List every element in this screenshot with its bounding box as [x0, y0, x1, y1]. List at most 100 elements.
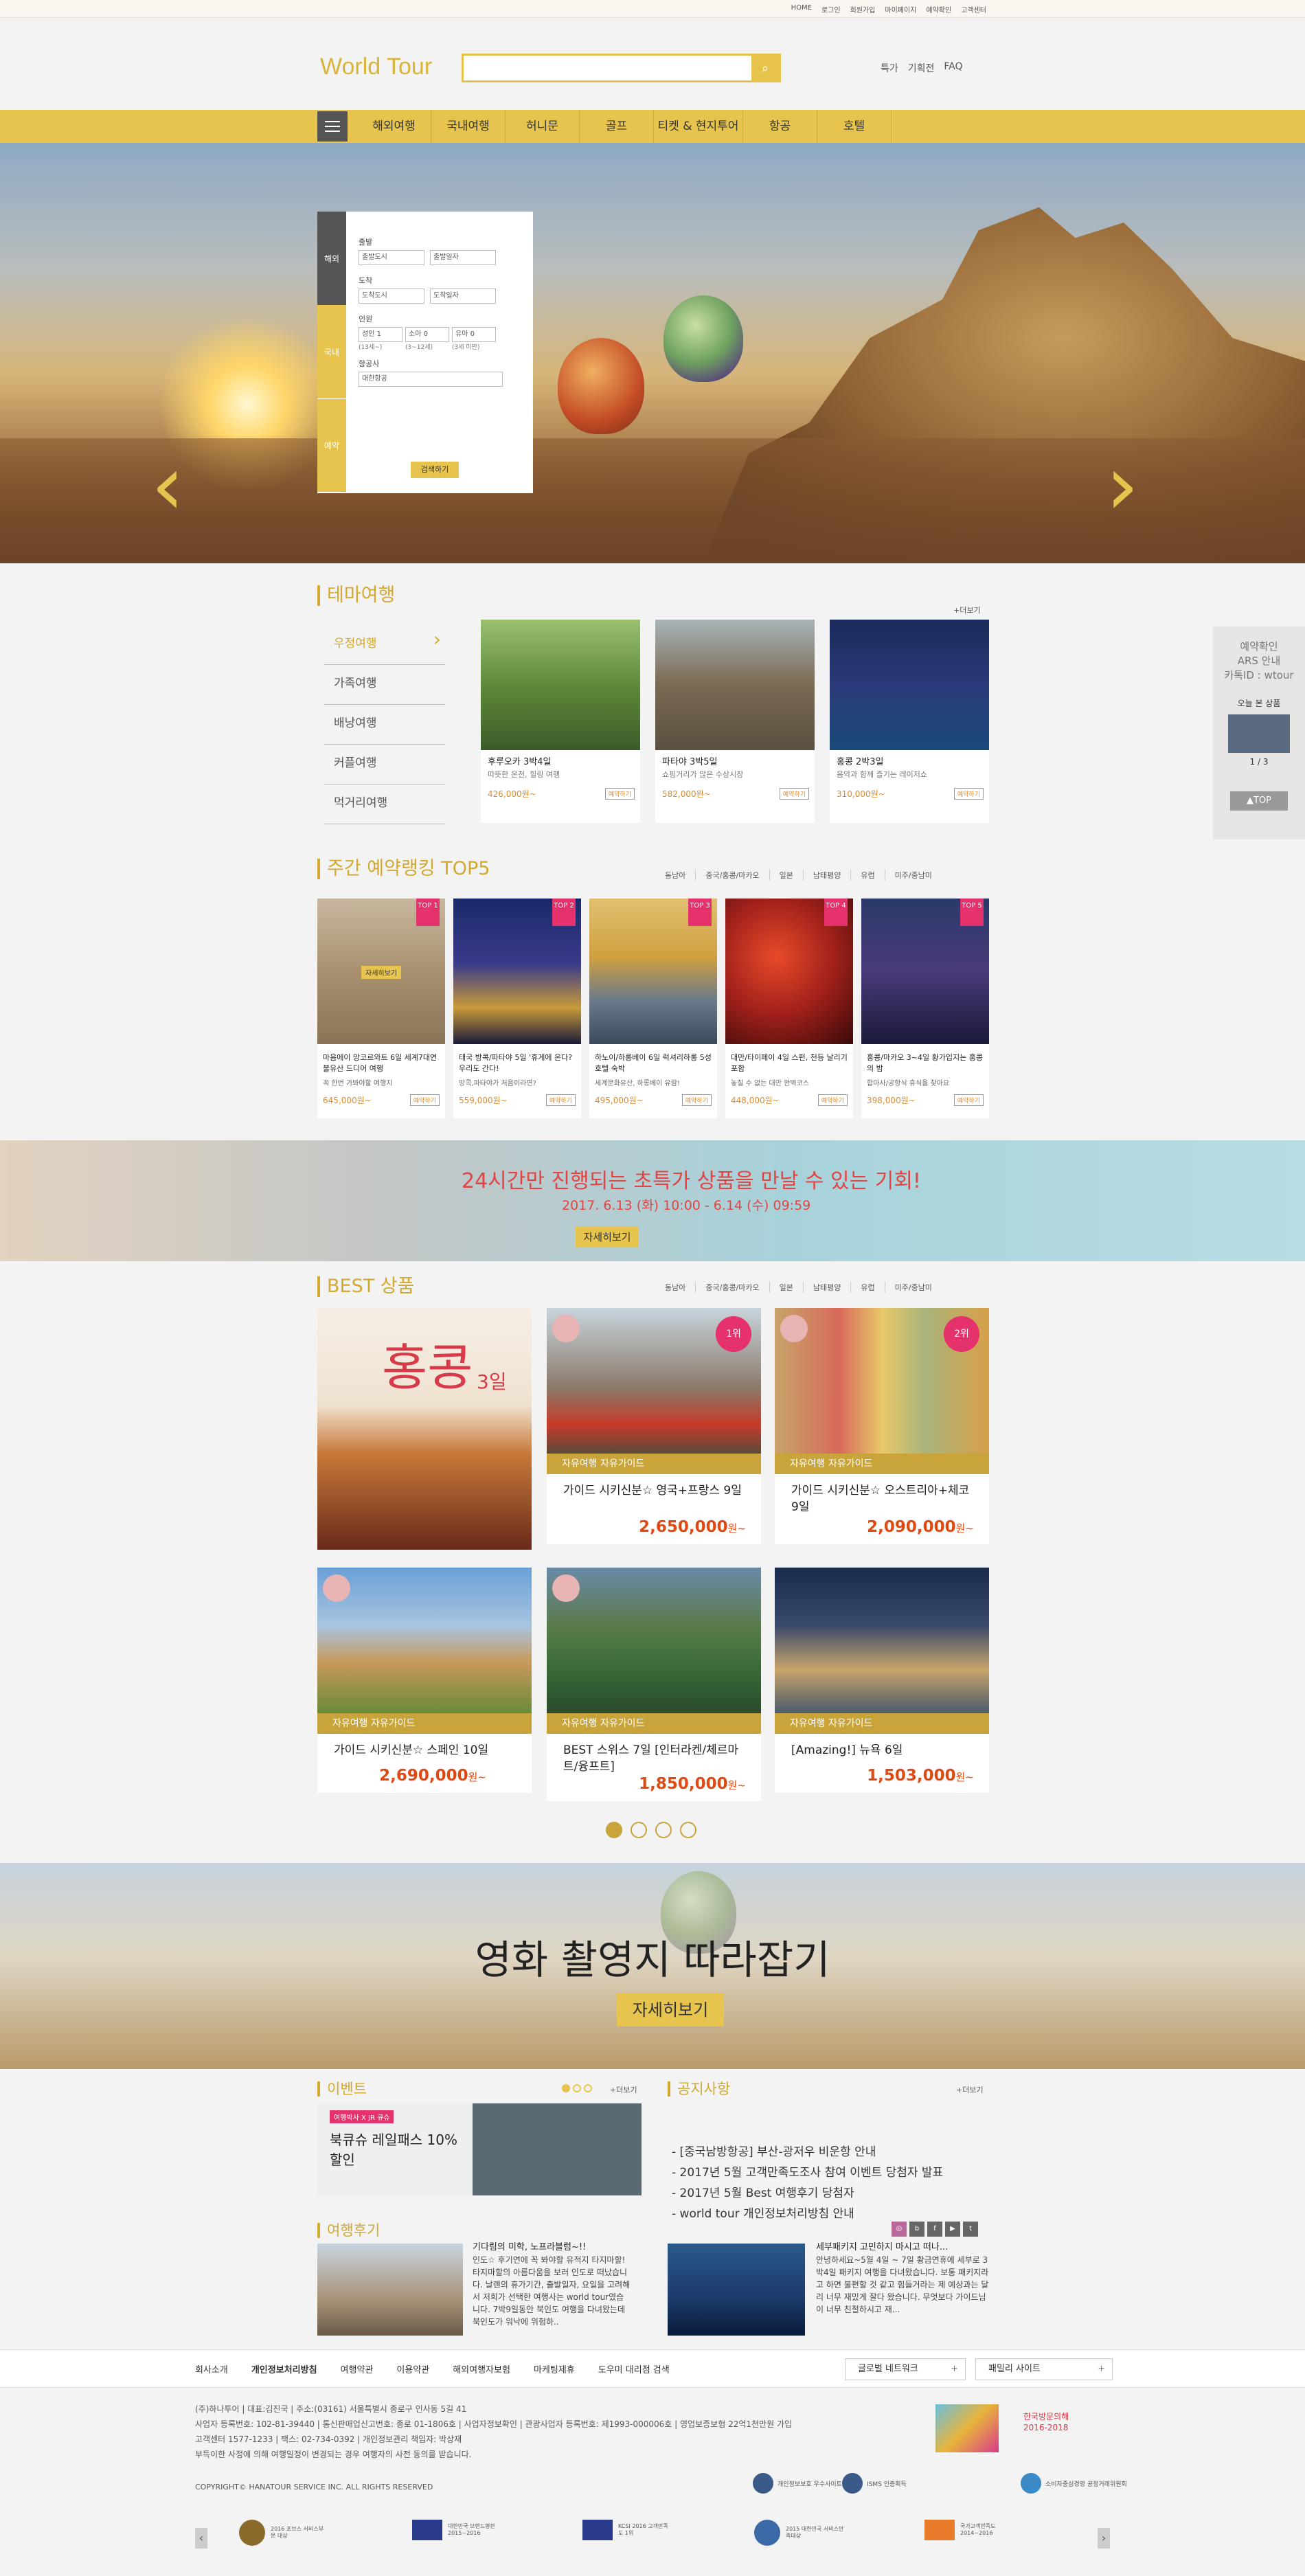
tab-overseas[interactable]: 해외: [317, 212, 346, 305]
facebook-icon[interactable]: f: [927, 2222, 942, 2237]
util-login-link[interactable]: 로그인: [820, 4, 842, 14]
review-image-right[interactable]: [668, 2244, 805, 2336]
child-select[interactable]: 소아 0: [405, 327, 449, 342]
theme-category-couple[interactable]: 커플여행: [324, 745, 445, 784]
event-dot[interactable]: [562, 2084, 570, 2092]
twitter-icon[interactable]: t: [963, 2222, 978, 2237]
util-reservation-link[interactable]: 예약확인: [924, 4, 953, 14]
reserve-button[interactable]: 예약하기: [953, 1094, 984, 1106]
nav-item-air[interactable]: 항공: [743, 110, 817, 143]
nav-item-hotel[interactable]: 호텔: [817, 110, 892, 143]
page-dot[interactable]: [631, 1822, 647, 1838]
header-link-faq[interactable]: FAQ: [944, 61, 962, 75]
notice-item[interactable]: - 2017년 5월 고객만족도조사 참여 이벤트 당첨자 발표: [672, 2162, 943, 2183]
side-recent-thumb[interactable]: [1228, 714, 1290, 753]
arrive-city-select[interactable]: 도착도시: [359, 289, 424, 304]
filter-america[interactable]: 미주/중남미: [884, 870, 942, 881]
filter-europe[interactable]: 유럽: [850, 870, 884, 881]
filter-china[interactable]: 중국/홍콩/마카오: [695, 1282, 769, 1293]
review-right[interactable]: 세부패키지 고민하지 마시고 떠나... 안녕하세요~5월 4일 ~ 7일 황금…: [816, 2241, 989, 2316]
footer-link-agency[interactable]: 도우미 대리점 검색: [598, 2362, 670, 2375]
best-hongkong-card[interactable]: 홍콩 3일: [317, 1308, 532, 1550]
arrive-date-select[interactable]: 도착일자: [430, 289, 496, 304]
side-page[interactable]: 1 / 3: [1213, 757, 1305, 767]
event-banner[interactable]: 여행박사 X JR 큐슈 북큐슈 레일패스 10% 할인: [317, 2103, 642, 2195]
event-more-link[interactable]: +더보기: [610, 2084, 637, 2095]
footer-link-company[interactable]: 회사소개: [195, 2362, 228, 2375]
reserve-button[interactable]: 예약하기: [545, 1094, 576, 1106]
notice-more-link[interactable]: +더보기: [956, 2084, 984, 2095]
reserve-button[interactable]: 예약하기: [953, 788, 984, 800]
awards-next-icon[interactable]: ›: [1098, 2528, 1110, 2549]
notice-item[interactable]: - 2017년 5월 Best 여행후기 당첨자: [672, 2183, 943, 2204]
event-dot[interactable]: [584, 2084, 592, 2092]
reserve-button[interactable]: 예약하기: [817, 1094, 848, 1106]
ranking-card[interactable]: TOP 5 홍콩/마카오 3~4일 황가입지는 홍콩의 밤 합마사/공항식 휴식…: [861, 899, 989, 1118]
theme-category-friend[interactable]: 우정여행: [324, 625, 445, 665]
reserve-button[interactable]: 예약하기: [681, 1094, 712, 1106]
ranking-card[interactable]: TOP 3 하노이/하롱베이 6일 럭셔리하롱 5성 호텔 숙박 세계문화유산,…: [589, 899, 717, 1118]
theme-category-family[interactable]: 가족여행: [324, 665, 445, 705]
filter-sea[interactable]: 동남아: [655, 870, 695, 881]
theme-card[interactable]: 파타야 3박5일 쇼핑거리가 많은 수상시장 582,000원~ 예약하기: [655, 620, 815, 823]
page-dot[interactable]: [606, 1822, 622, 1838]
reserve-button[interactable]: 예약하기: [409, 1094, 440, 1106]
family-site-dropdown[interactable]: 패밀리 사이트: [975, 2358, 1113, 2380]
depart-date-select[interactable]: 출발일자: [430, 250, 496, 265]
ranking-card[interactable]: TOP 2 태국 방콕/파타야 5일 '휴게에 온다? 우리도 간다! 방콕,파…: [453, 899, 581, 1118]
best-card[interactable]: 자유여행 자유가이드 [Amazing!] 뉴욕 6일 1,503,000원~: [775, 1568, 989, 1793]
infant-select[interactable]: 유아 0: [452, 327, 496, 342]
filter-pacific[interactable]: 남태평양: [802, 870, 850, 881]
top-button[interactable]: ▲TOP: [1230, 791, 1288, 811]
best-card[interactable]: 1위 자유여행 자유가이드 가이드 시키신분☆ 영국+프랑스 9일 2,650,…: [547, 1308, 761, 1544]
notice-item[interactable]: - [중국남방항공] 부산-광저우 비운항 안내: [672, 2142, 943, 2162]
nav-item-ticket[interactable]: 티켓 & 현지투어: [654, 110, 743, 143]
nav-item-honeymoon[interactable]: 허니문: [506, 110, 580, 143]
search-box[interactable]: ⌕: [462, 54, 781, 82]
tab-reserve[interactable]: 예약: [317, 398, 346, 492]
page-dot[interactable]: [680, 1822, 696, 1838]
instagram-icon[interactable]: ◎: [892, 2222, 907, 2237]
footer-link-privacy[interactable]: 개인정보처리방침: [251, 2362, 317, 2375]
header-link-plan[interactable]: 기획전: [908, 61, 935, 75]
reserve-button[interactable]: 예약하기: [604, 788, 635, 800]
depart-city-select[interactable]: 출발도시: [359, 250, 424, 265]
theme-card[interactable]: 후루오카 3박4일 따뜻한 온천, 힐링 여행 426,000원~ 예약하기: [481, 620, 640, 823]
filter-japan[interactable]: 일본: [769, 1282, 803, 1293]
filter-america[interactable]: 미주/중남미: [884, 1282, 942, 1293]
event-dot[interactable]: [573, 2084, 581, 2092]
theme-more-link[interactable]: +더보기: [953, 605, 981, 615]
filter-sea[interactable]: 동남아: [655, 1282, 695, 1293]
filter-china[interactable]: 중국/홍콩/마카오: [695, 870, 769, 881]
adult-select[interactable]: 성인 1: [359, 327, 402, 342]
filter-japan[interactable]: 일본: [769, 870, 803, 881]
footer-link-marketing[interactable]: 마케팅제휴: [534, 2362, 575, 2375]
util-home-link[interactable]: HOME: [790, 4, 813, 14]
filter-europe[interactable]: 유럽: [850, 1282, 884, 1293]
airline-select[interactable]: 대한항공: [359, 372, 503, 387]
util-mypage-link[interactable]: 마이페이지: [883, 4, 918, 14]
best-card[interactable]: 2위 자유여행 자유가이드 가이드 시키신분☆ 오스트리아+체코 9일 2,09…: [775, 1308, 989, 1544]
search-icon[interactable]: ⌕: [751, 56, 779, 80]
theme-card[interactable]: 홍콩 2박3일 음악과 함께 즐기는 레이저쇼 310,000원~ 예약하기: [830, 620, 989, 823]
util-cs-link[interactable]: 고객센터: [960, 4, 988, 14]
side-reserve-link[interactable]: 예약확인: [1213, 639, 1305, 653]
awards-prev-icon[interactable]: ‹: [195, 2528, 207, 2549]
youtube-icon[interactable]: ▶: [945, 2222, 960, 2237]
best-card[interactable]: 자유여행 자유가이드 가이드 시키신분☆ 스페인 10일 2,690,000원~: [317, 1568, 532, 1793]
blog-icon[interactable]: b: [909, 2222, 924, 2237]
nav-item-domestic[interactable]: 국내여행: [431, 110, 506, 143]
reserve-button[interactable]: 예약하기: [779, 788, 809, 800]
footer-link-insurance[interactable]: 해외여행자보험: [453, 2362, 510, 2375]
promo-detail-button[interactable]: 자세히보기: [576, 1227, 639, 1247]
theme-category-backpack[interactable]: 배낭여행: [324, 705, 445, 745]
util-join-link[interactable]: 회원가입: [849, 4, 877, 14]
prev-arrow-icon[interactable]: ‹: [151, 445, 184, 528]
footer-link-travel-terms[interactable]: 여행약관: [341, 2362, 374, 2375]
hamburger-menu-icon[interactable]: [317, 111, 348, 142]
movie-detail-button[interactable]: 자세히보기: [617, 1993, 724, 2026]
next-arrow-icon[interactable]: ›: [1106, 445, 1139, 528]
nav-item-golf[interactable]: 골프: [580, 110, 654, 143]
ranking-card[interactable]: TOP 4 대만/타이페이 4일 스펀, 천등 날리기 포함 놓칠 수 없는 대…: [725, 899, 853, 1118]
logo[interactable]: World Tour: [320, 54, 432, 80]
